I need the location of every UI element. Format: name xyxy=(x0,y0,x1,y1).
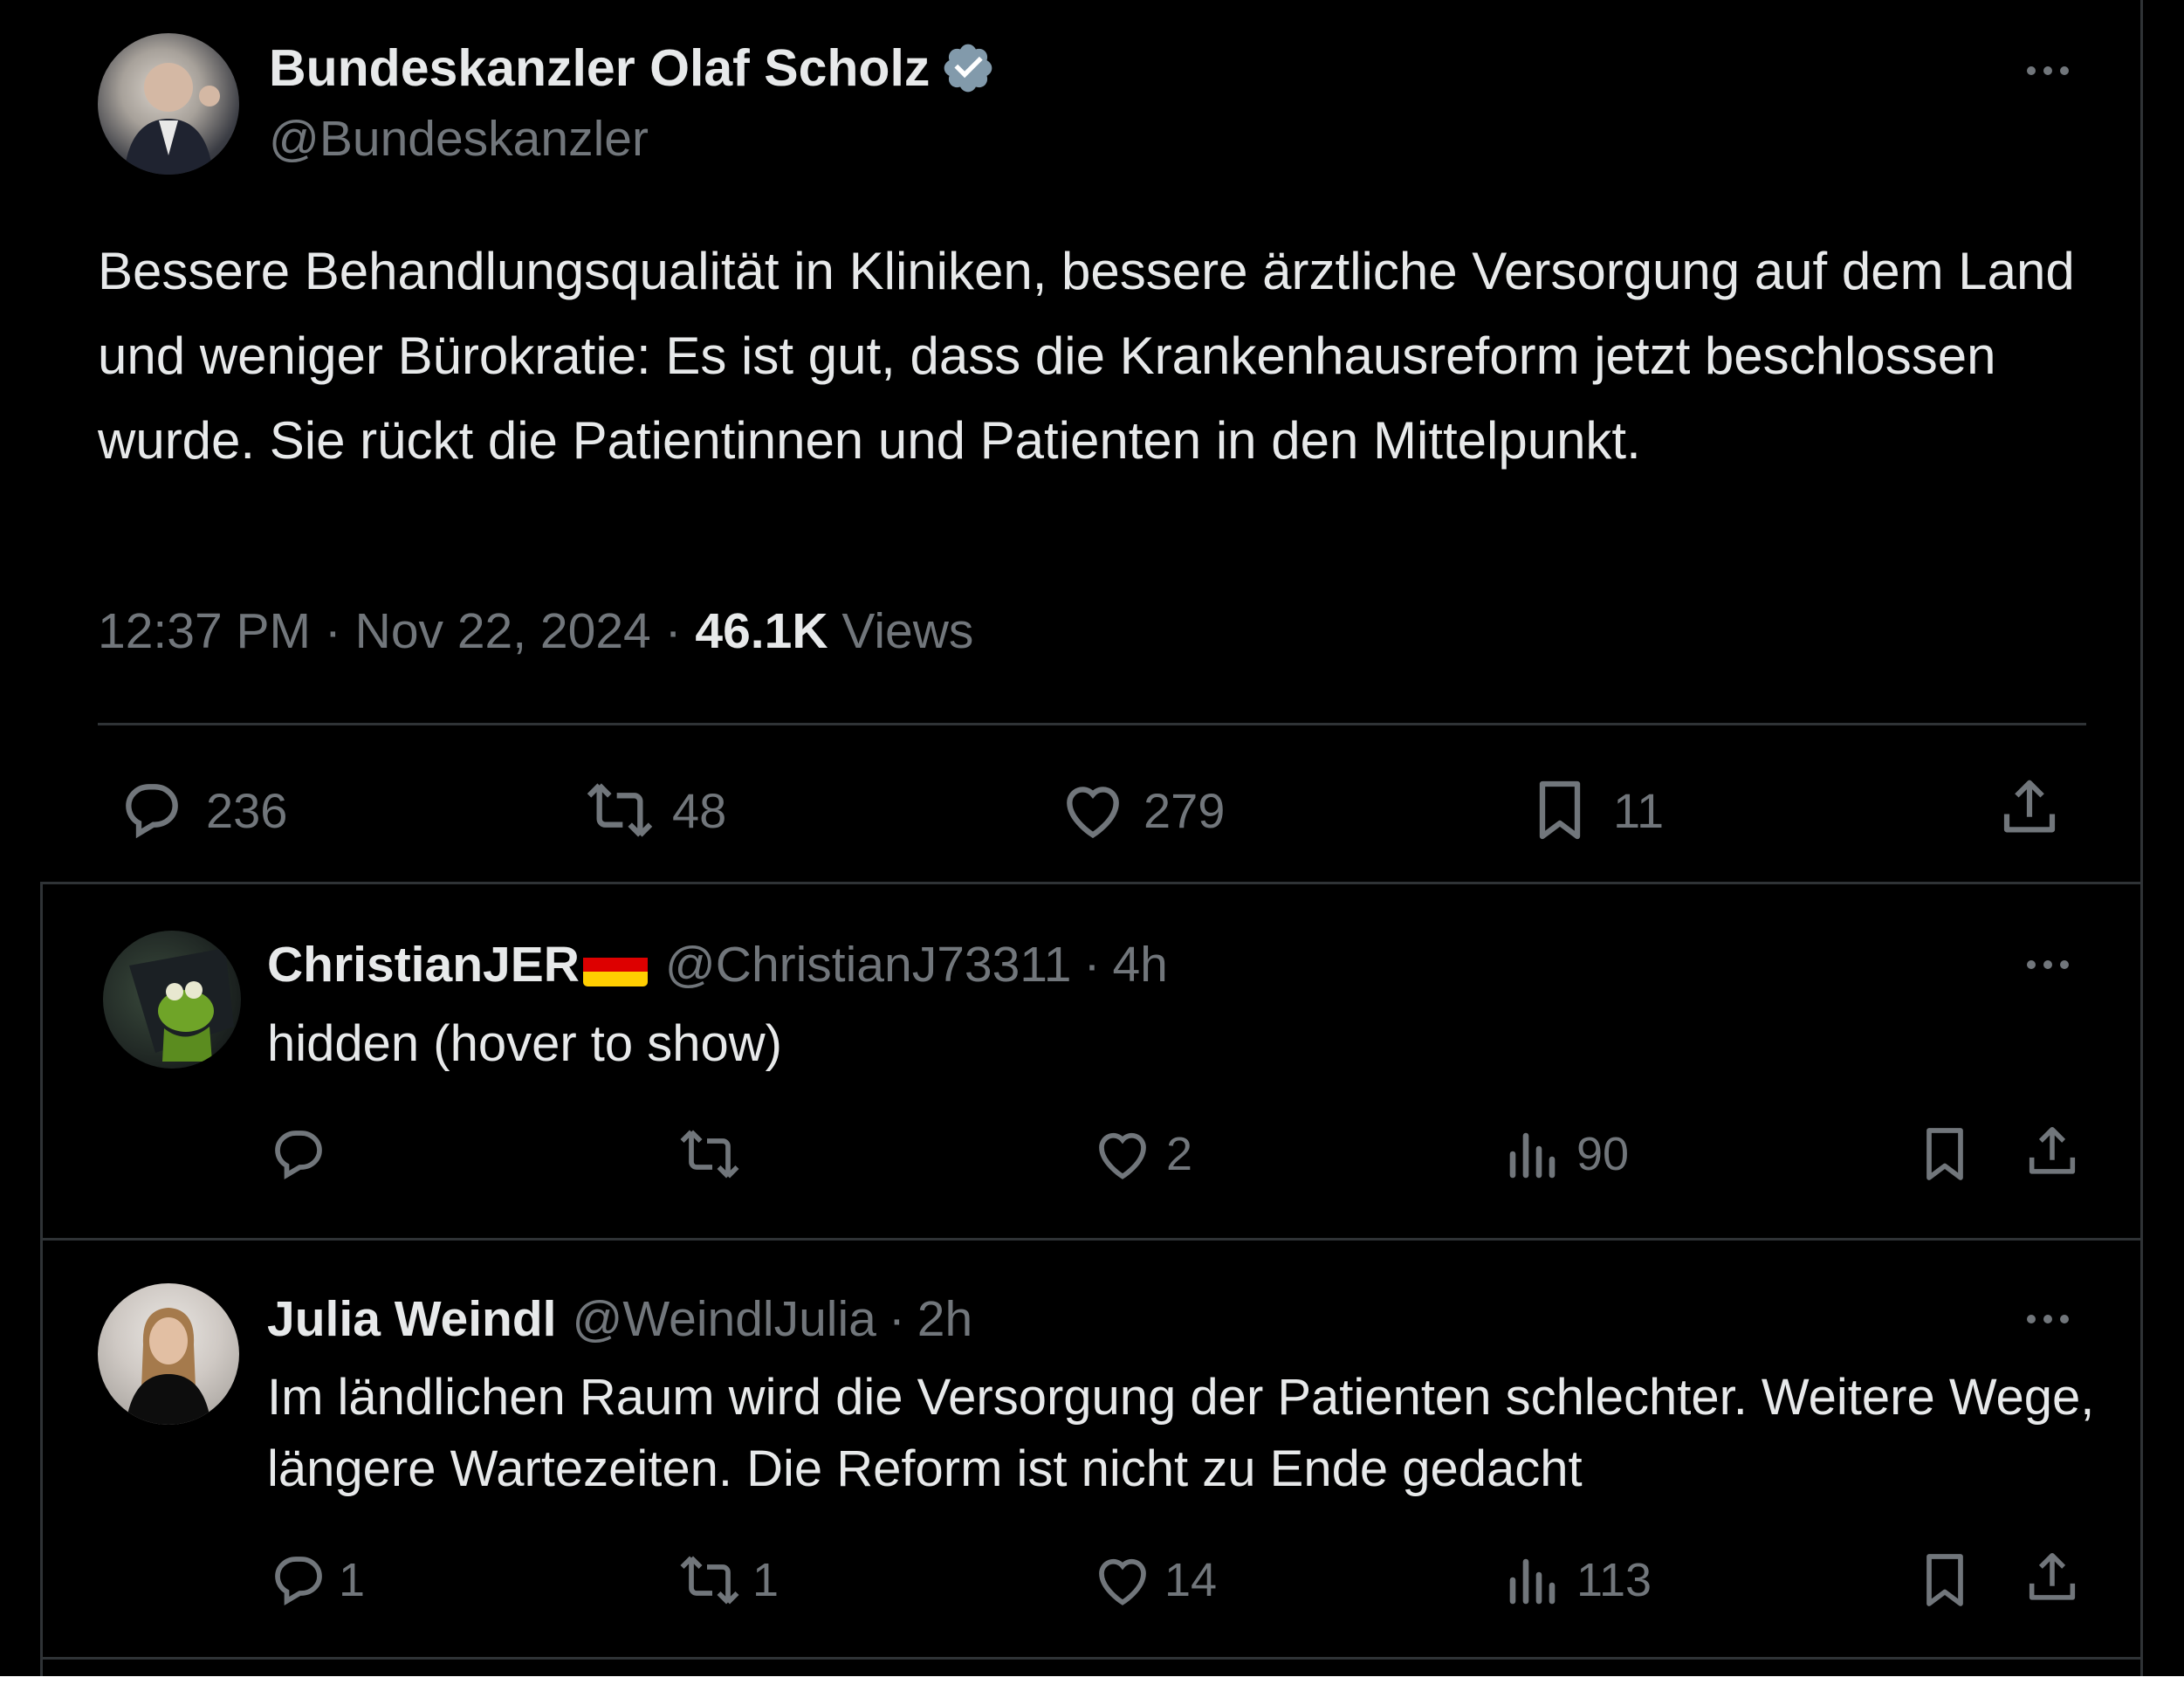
tweet-text: Bessere Behandlungsqualität in Kliniken,… xyxy=(98,242,2075,470)
reply-age[interactable]: 4h xyxy=(1112,936,1167,993)
germany-flag-icon xyxy=(582,943,648,986)
verified-badge-icon xyxy=(944,44,992,93)
more-options-icon[interactable] xyxy=(2027,66,2069,75)
share-icon xyxy=(2003,780,2056,833)
tweet-meta: 12:37 PM · Nov 22, 2024 · 46.1K Views xyxy=(98,603,974,659)
repost-icon xyxy=(587,783,653,837)
reply-count: 236 xyxy=(206,782,288,838)
author-name[interactable]: Bundeskanzler Olaf Scholz xyxy=(269,38,930,98)
heart-icon xyxy=(1067,787,1119,839)
share-icon xyxy=(2029,1126,2076,1174)
repost-button[interactable]: 48 xyxy=(580,775,726,845)
tweet-thread: Bundeskanzler Olaf Scholz @Bundeskanzler… xyxy=(0,0,2184,1676)
like-button[interactable]: 14 xyxy=(1091,1549,1217,1612)
share-button[interactable] xyxy=(2022,1121,2083,1184)
analytics-icon xyxy=(1509,1132,1556,1179)
views-count: 90 xyxy=(1576,1128,1630,1180)
reply-icon xyxy=(126,784,178,839)
views-button[interactable]: 90 xyxy=(1503,1123,1629,1186)
divider xyxy=(98,723,2086,725)
repost-icon xyxy=(680,1130,739,1179)
views-label: Views xyxy=(841,603,974,659)
share-icon xyxy=(2029,1552,2076,1600)
heart-icon xyxy=(1099,1132,1146,1179)
reply-button[interactable] xyxy=(267,1123,342,1186)
bookmark-button[interactable]: 11 xyxy=(1529,775,1664,845)
like-button[interactable]: 2 xyxy=(1091,1123,1192,1186)
like-count: 2 xyxy=(1166,1128,1193,1180)
repost-icon xyxy=(680,1556,739,1605)
thread-divider xyxy=(40,1238,2143,1241)
avatar-bundeskanzler[interactable] xyxy=(98,33,239,175)
repost-count: 1 xyxy=(752,1554,780,1606)
reply-author-name[interactable]: Julia Weindl xyxy=(267,1290,557,1348)
reply-icon xyxy=(275,1131,322,1180)
bookmark-button[interactable] xyxy=(1917,1549,1973,1612)
tweet-date[interactable]: Nov 22, 2024 xyxy=(355,603,651,659)
more-options-icon[interactable] xyxy=(2027,1315,2069,1323)
author-handle[interactable]: @Bundeskanzler xyxy=(269,110,649,168)
like-count: 14 xyxy=(1164,1554,1218,1606)
views-count: 46.1K xyxy=(695,603,828,659)
column-border-left xyxy=(40,882,43,1676)
thread-divider xyxy=(40,882,2143,884)
reply-handle[interactable]: @ChristianJ73311 xyxy=(665,936,1072,993)
avatar-christianjer[interactable] xyxy=(103,931,241,1069)
thread-divider xyxy=(40,1657,2143,1660)
column-border-right xyxy=(2140,0,2143,1676)
portrait-icon xyxy=(126,1308,211,1425)
repost-count: 48 xyxy=(672,782,727,838)
share-button[interactable] xyxy=(1995,773,2064,843)
reply-author-name[interactable]: ChristianJER xyxy=(267,936,580,993)
more-options-icon[interactable] xyxy=(2027,960,2069,969)
reply-text[interactable]: hidden (hover to show) xyxy=(267,1014,782,1073)
bookmark-icon xyxy=(1926,1128,1963,1180)
portrait-icon xyxy=(124,63,220,175)
reply-button[interactable]: 236 xyxy=(117,775,287,845)
views-count: 113 xyxy=(1576,1554,1652,1606)
tweet-time[interactable]: 12:37 PM xyxy=(98,603,311,659)
reply-handle[interactable]: @WeindlJulia xyxy=(573,1290,876,1348)
reply-icon xyxy=(275,1557,322,1606)
avatar-julia-weindl[interactable] xyxy=(98,1283,239,1425)
reply-button[interactable]: 1 xyxy=(267,1549,365,1612)
bookmark-icon xyxy=(1539,780,1581,840)
share-button[interactable] xyxy=(2022,1547,2083,1610)
analytics-icon xyxy=(1509,1558,1556,1605)
bookmark-button[interactable] xyxy=(1917,1123,1973,1186)
bookmark-icon xyxy=(1926,1554,1963,1606)
like-count: 279 xyxy=(1144,782,1226,838)
reply-age[interactable]: 2h xyxy=(917,1290,972,1348)
reply-count: 1 xyxy=(339,1554,366,1606)
kermit-avatar-icon xyxy=(129,948,234,1062)
bookmark-count: 11 xyxy=(1613,782,1665,838)
heart-icon xyxy=(1099,1558,1146,1605)
repost-button[interactable] xyxy=(674,1123,756,1186)
reply-text[interactable]: Im ländlichen Raum wird die Versorgung d… xyxy=(267,1362,2118,1505)
like-button[interactable]: 279 xyxy=(1058,775,1225,845)
repost-button[interactable]: 1 xyxy=(674,1549,779,1612)
views-button[interactable]: 113 xyxy=(1503,1549,1652,1612)
